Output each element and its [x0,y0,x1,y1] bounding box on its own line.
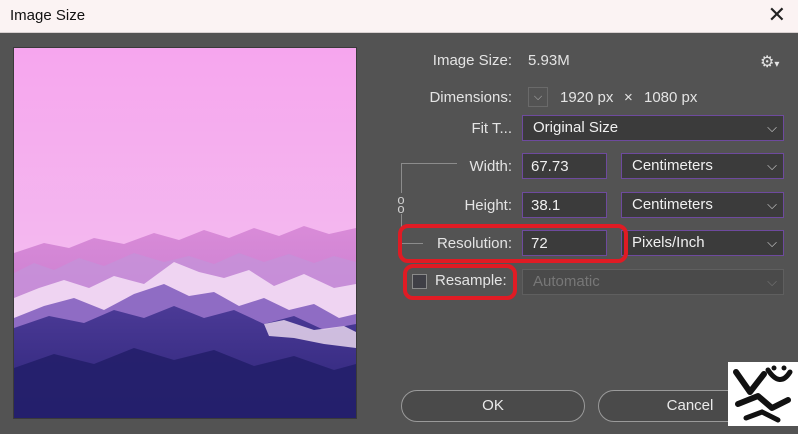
ok-button[interactable]: OK [401,390,585,422]
resolution-unit-select[interactable]: Pixels/Inch ⌵ [621,230,784,256]
height-label: Height: [464,197,512,214]
resample-method-select[interactable]: Automatic ⌵ [522,269,784,295]
image-size-label: Image Size: [432,52,512,69]
resample-method: Automatic [533,273,600,290]
dimensions-separator: × [624,89,633,106]
height-unit-select[interactable]: Centimeters ⌵ [621,192,784,218]
dimensions-width: 1920 px [560,89,614,106]
dimensions-label: Dimensions: [429,89,512,106]
resolution-highlight [398,224,628,263]
dimensions-height: 1080 px [644,89,698,106]
title-bar: Image Size ✕ [0,0,798,33]
chevron-down-icon: ⌵ [767,120,777,135]
gear-icon[interactable]: ⚙▾ [760,52,779,72]
chevron-down-icon: ⌵ [767,197,777,212]
chevron-down-icon[interactable]: ⌵ [528,87,548,107]
height-unit: Centimeters [632,196,713,213]
fit-to-label: Fit T... [471,120,512,137]
width-unit-select[interactable]: Centimeters ⌵ [621,153,784,179]
fit-to-select[interactable]: Original Size ⌵ [522,115,784,141]
chevron-down-icon: ⌵ [767,235,777,250]
width-label: Width: [469,158,512,175]
window-title: Image Size [10,7,86,24]
resample-highlight [403,264,517,300]
watermark-logo [728,362,798,426]
chevron-down-icon: ⌵ [767,274,777,289]
height-input[interactable]: 38.1 [522,192,607,218]
fit-to-selected: Original Size [533,119,619,136]
chevron-down-icon: ⌵ [767,158,777,173]
width-input[interactable]: 67.73 [522,153,607,179]
close-icon[interactable]: ✕ [768,4,786,26]
width-unit: Centimeters [632,157,713,174]
image-preview [13,47,357,419]
image-size-value: 5.93M [528,52,570,69]
mountain-preview-image [14,48,356,418]
resolution-unit: Pixels/Inch [632,234,705,251]
